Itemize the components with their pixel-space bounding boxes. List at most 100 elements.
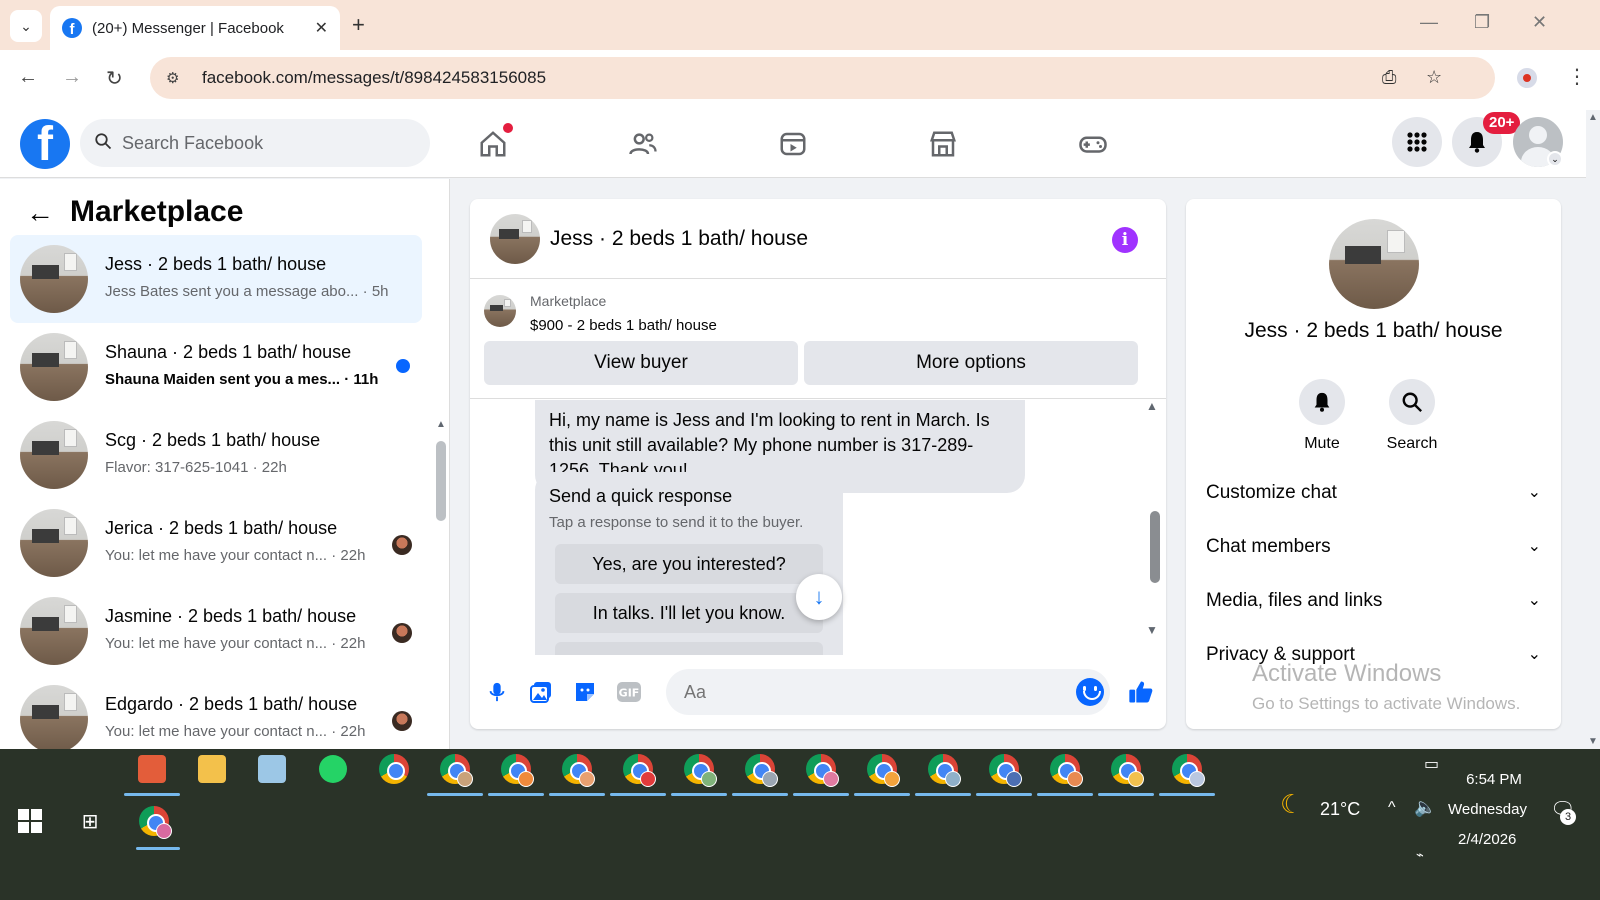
weather-temperature[interactable]: 21°C — [1320, 799, 1360, 820]
chrome-profile-icon[interactable] — [1106, 749, 1146, 789]
quick-response-button[interactable] — [555, 642, 823, 655]
minimize-icon[interactable]: — — [1420, 12, 1438, 33]
page-scrollbar[interactable]: ▲ ▼ — [1586, 110, 1600, 750]
chrome-profile-icon[interactable] — [801, 749, 841, 789]
facebook-logo-icon[interactable]: f — [20, 119, 70, 169]
chrome-profile-icon[interactable] — [496, 749, 536, 789]
scrollbar-thumb[interactable] — [436, 441, 446, 521]
file-explorer-icon[interactable] — [192, 749, 232, 789]
scroll-up-icon[interactable]: ▲ — [436, 419, 446, 430]
chrome-profile-icon[interactable] — [1045, 749, 1085, 789]
mute-button[interactable]: Mute — [1282, 379, 1362, 453]
clock-date[interactable]: 2/4/2026 — [1458, 831, 1516, 848]
network-icon[interactable]: ⌁ — [1416, 847, 1424, 863]
whatsapp-icon[interactable] — [313, 749, 353, 789]
menu-grid-button[interactable] — [1392, 117, 1442, 167]
browser-profile-avatar[interactable] — [1515, 66, 1539, 90]
customize-chat-section[interactable]: Customize chat ⌄ — [1206, 482, 1541, 522]
site-settings-icon[interactable]: ⚙ — [166, 69, 186, 87]
emoji-icon[interactable] — [1076, 678, 1104, 706]
listing-title[interactable]: $900 - 2 beds 1 bath/ house — [530, 317, 717, 334]
conversation-item[interactable]: Scg · 2 beds 1 bath/ house Flavor: 317-62… — [10, 411, 422, 499]
listing-thumbnail[interactable] — [484, 295, 516, 327]
address-bar[interactable]: ⚙ facebook.com/messages/t/89842458315608… — [150, 57, 1495, 99]
install-app-icon[interactable]: ⎙ — [1382, 67, 1396, 88]
conversation-item[interactable]: Shauna · 2 beds 1 bath/ house Shauna Maid… — [10, 323, 422, 411]
listing-thumbnail[interactable] — [490, 214, 540, 264]
listing-photo[interactable] — [1329, 219, 1419, 309]
snipping-tool-icon[interactable] — [132, 749, 172, 789]
photo-gallery-icon[interactable] — [526, 677, 556, 707]
notepad-icon[interactable] — [252, 749, 292, 789]
back-arrow-icon[interactable]: ← — [18, 66, 38, 89]
tab-search-button[interactable]: ⌄ — [10, 10, 42, 42]
view-buyer-button[interactable]: View buyer — [484, 341, 798, 385]
scroll-to-bottom-button[interactable]: ↓ — [796, 574, 842, 620]
video-icon[interactable] — [775, 126, 811, 162]
search-in-chat-button[interactable]: Search — [1372, 379, 1452, 453]
chrome-profile-icon[interactable] — [984, 749, 1024, 789]
scrollbar-thumb[interactable] — [1150, 511, 1160, 583]
new-tab-button[interactable]: + — [352, 12, 365, 38]
info-icon[interactable]: i — [1112, 227, 1138, 253]
weather-moon-icon[interactable]: ☾ — [1280, 789, 1303, 820]
scroll-down-icon[interactable]: ▼ — [1146, 623, 1158, 637]
chevron-down-icon[interactable]: ⌄ — [1547, 151, 1563, 167]
bookmark-star-icon[interactable]: ☆ — [1426, 67, 1442, 88]
restore-icon[interactable]: ❐ — [1474, 12, 1490, 33]
marketplace-label: Marketplace — [530, 293, 607, 309]
chrome-profile-icon[interactable] — [618, 749, 658, 789]
clock-time[interactable]: 6:54 PM — [1460, 771, 1528, 788]
browser-tab[interactable]: f (20+) Messenger | Facebook ✕ — [50, 6, 340, 50]
chat-members-section[interactable]: Chat members ⌄ — [1206, 536, 1541, 576]
chat-title[interactable]: Jess · 2 beds 1 bath/ house — [550, 227, 808, 251]
close-window-icon[interactable]: ✕ — [1532, 12, 1547, 33]
forward-arrow-icon[interactable]: → — [62, 66, 82, 89]
chat-header[interactable]: Jess · 2 beds 1 bath/ house i — [470, 199, 1166, 279]
browser-menu-icon[interactable]: ⋮ — [1567, 64, 1587, 89]
marketplace-icon[interactable] — [925, 126, 961, 162]
scroll-down-icon[interactable]: ▼ — [1588, 736, 1598, 747]
conversation-item[interactable]: Jerica · 2 beds 1 bath/ house You: let me… — [10, 499, 422, 587]
conversation-item[interactable]: Edgardo · 2 beds 1 bath/ house You: let m… — [10, 675, 422, 749]
reload-icon[interactable]: ↻ — [106, 66, 123, 91]
conversation-item[interactable]: Jess · 2 beds 1 bath/ house Jess Bates se… — [10, 235, 422, 323]
back-arrow-icon[interactable]: ← — [26, 197, 54, 229]
chrome-icon[interactable] — [374, 749, 414, 789]
clock-day[interactable]: Wednesday — [1448, 801, 1527, 818]
gaming-icon[interactable] — [1075, 126, 1111, 162]
chrome-profile-icon[interactable] — [862, 749, 902, 789]
chevron-up-icon[interactable]: ^ — [1388, 799, 1396, 817]
privacy-support-section[interactable]: Privacy & support ⌄ — [1206, 644, 1541, 684]
chrome-profile-icon[interactable] — [435, 749, 475, 789]
conversation-item[interactable]: Jasmine · 2 beds 1 bath/ house You: let m… — [10, 587, 422, 675]
display-icon[interactable]: ▭ — [1424, 754, 1439, 774]
friends-icon[interactable] — [625, 126, 661, 162]
windows-start-icon[interactable] — [18, 809, 42, 833]
chrome-profile-icon[interactable] — [740, 749, 780, 789]
scroll-up-icon[interactable]: ▲ — [1588, 112, 1598, 123]
preview-time: · 22h — [327, 547, 366, 564]
scroll-up-icon[interactable]: ▲ — [1146, 399, 1158, 413]
gif-icon[interactable]: GIF — [614, 677, 644, 707]
media-files-links-section[interactable]: Media, files and links ⌄ — [1206, 590, 1541, 630]
chrome-profile-icon[interactable] — [557, 749, 597, 789]
chat-scrollbar[interactable]: ▲ ▼ — [1146, 399, 1160, 639]
chrome-profile-icon[interactable] — [923, 749, 963, 789]
close-tab-icon[interactable]: ✕ — [315, 18, 328, 38]
window-shape — [63, 341, 78, 359]
sidebar-scrollbar[interactable]: ▲ ▼ — [436, 419, 446, 749]
chrome-profile-icon[interactable] — [1167, 749, 1207, 789]
microphone-icon[interactable] — [482, 677, 512, 707]
chrome-profile-icon[interactable] — [679, 749, 719, 789]
message-input[interactable] — [666, 669, 1110, 715]
quick-response-button[interactable]: In talks. I'll let you know. — [555, 593, 823, 633]
more-options-button[interactable]: More options — [804, 341, 1138, 385]
chrome-profile-app-icon[interactable] — [134, 801, 174, 841]
task-view-icon[interactable]: ⊞ — [70, 801, 110, 841]
search-box[interactable]: Search Facebook — [80, 119, 430, 167]
sticker-icon[interactable] — [570, 677, 600, 707]
thumbs-up-icon[interactable] — [1126, 677, 1156, 707]
volume-icon[interactable]: 🔈 — [1414, 797, 1436, 818]
quick-response-button[interactable]: Yes, are you interested? — [555, 544, 823, 584]
